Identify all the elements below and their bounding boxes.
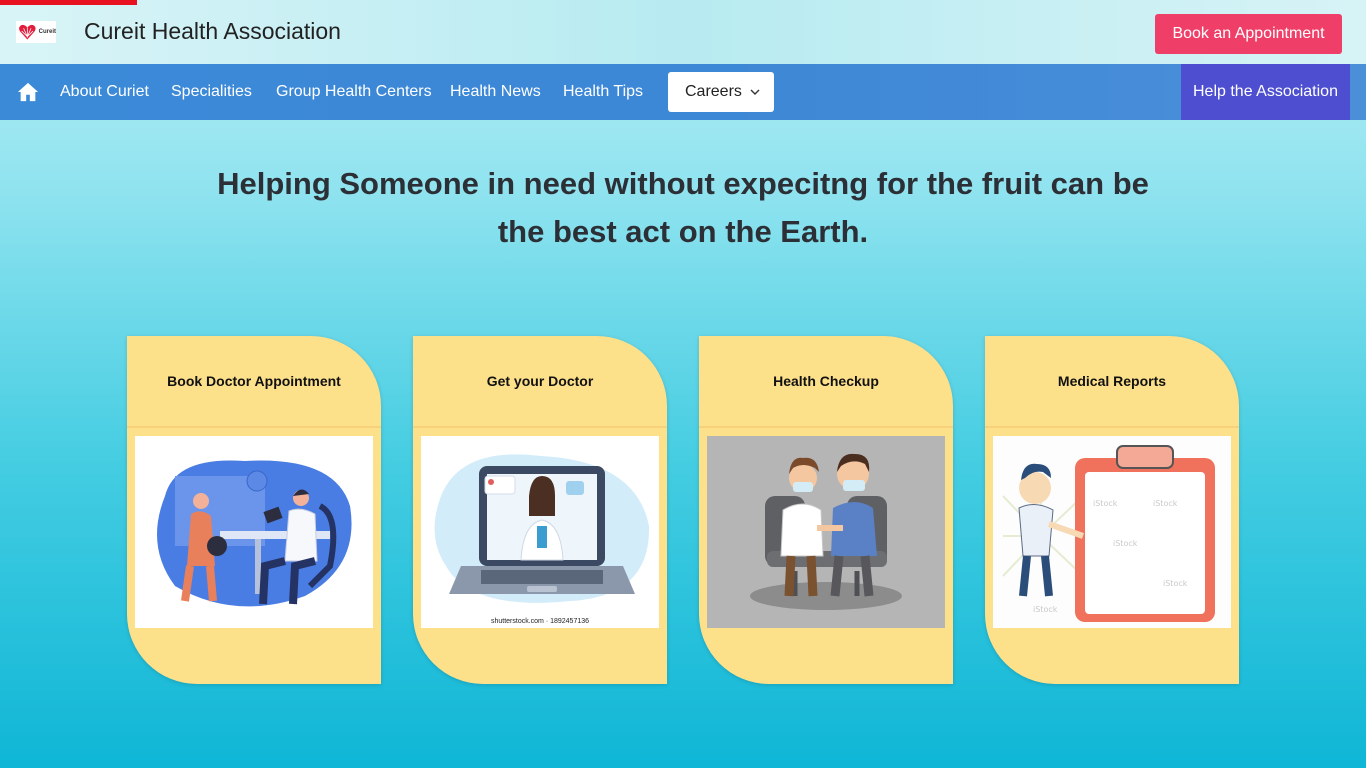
card-title: Health Checkup bbox=[699, 336, 953, 428]
nav-item-health-tips[interactable]: Health Tips bbox=[563, 83, 643, 101]
card-health-checkup[interactable]: Health Checkup bbox=[699, 336, 953, 684]
svg-text:iStock: iStock bbox=[1033, 605, 1058, 614]
card-title: Get your Doctor bbox=[413, 336, 667, 428]
svg-text:iStock: iStock bbox=[1113, 539, 1138, 548]
card-title: Medical Reports bbox=[985, 336, 1239, 428]
card-book-doctor-appointment[interactable]: Book Doctor Appointment bbox=[127, 336, 381, 684]
home-icon[interactable] bbox=[17, 81, 39, 103]
chevron-down-icon bbox=[750, 89, 760, 95]
nav-item-health-news[interactable]: Health News bbox=[450, 83, 541, 101]
help-association-button[interactable]: Help the Association bbox=[1181, 64, 1350, 120]
heart-logo-icon bbox=[19, 24, 36, 40]
brand-title[interactable]: Cureit Health Association bbox=[84, 18, 341, 45]
card-title: Book Doctor Appointment bbox=[127, 336, 381, 428]
careers-dropdown[interactable]: Careers bbox=[668, 72, 774, 112]
top-header: Cureit Cureit Health Association Book an… bbox=[0, 0, 1366, 64]
doctor-consultation-illustration bbox=[135, 436, 373, 628]
main-navbar: About Curiet Specialities Group Health C… bbox=[0, 64, 1366, 120]
hero-line-1: Helping Someone in need without expecitn… bbox=[217, 166, 1149, 201]
svg-text:iStock: iStock bbox=[1163, 579, 1188, 588]
svg-text:iStock: iStock bbox=[1093, 499, 1118, 508]
clipboard-report-illustration: iStock iStock iStock iStock iStock bbox=[993, 436, 1231, 628]
page-load-progress-bar bbox=[0, 0, 137, 5]
online-doctor-laptop-illustration: shutterstock.com · 1892457136 bbox=[421, 436, 659, 628]
nav-item-group-health-centers[interactable]: Group Health Centers bbox=[276, 83, 432, 101]
book-appointment-button[interactable]: Book an Appointment bbox=[1155, 14, 1342, 54]
nav-item-specialities[interactable]: Specialities bbox=[171, 83, 252, 101]
card-medical-reports[interactable]: Medical Reports iStock iStock iStock iSt… bbox=[985, 336, 1239, 684]
site-logo[interactable]: Cureit bbox=[16, 21, 56, 43]
image-caption: shutterstock.com · 1892457136 bbox=[491, 618, 589, 625]
card-get-your-doctor[interactable]: Get your Doctor shutterstock.com · 18924… bbox=[413, 336, 667, 684]
logo-text: Cureit bbox=[38, 29, 56, 35]
hero-line-2: the best act on the Earth. bbox=[497, 214, 869, 249]
careers-label: Careers bbox=[685, 83, 742, 100]
svg-text:iStock: iStock bbox=[1153, 499, 1178, 508]
hero-headline: Helping Someone in need without expecitn… bbox=[200, 160, 1166, 256]
nav-item-about[interactable]: About Curiet bbox=[60, 83, 149, 101]
doctor-patient-masks-illustration bbox=[707, 436, 945, 628]
